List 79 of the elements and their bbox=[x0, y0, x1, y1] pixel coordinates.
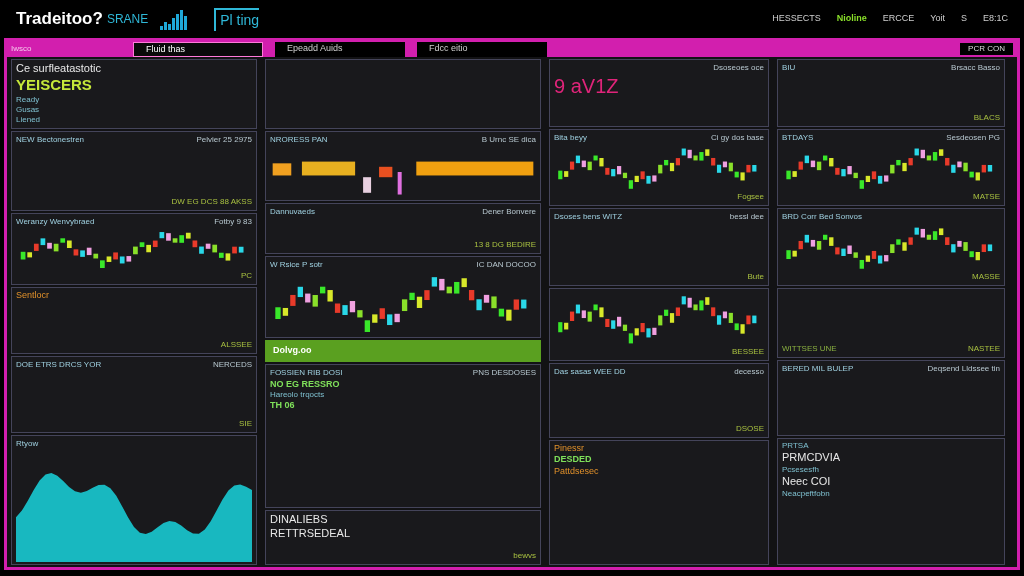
panel-text: Ready bbox=[16, 94, 41, 105]
panel-title: Das sasas WEE DD bbox=[554, 366, 626, 378]
brand-label: Pl ting bbox=[214, 7, 260, 31]
panel-text: Gusas bbox=[16, 104, 41, 115]
panel-title: NRORESS PAN bbox=[270, 134, 328, 146]
panel-text: 9 aV1Z bbox=[554, 74, 620, 99]
tab[interactable]: Epeadd Auids bbox=[275, 41, 405, 57]
panel-info: PNS DESDOSES bbox=[472, 367, 536, 379]
tab-bar-status: PCR CON bbox=[960, 43, 1013, 55]
panel-text: Pcsesesfh bbox=[782, 464, 820, 475]
panel-footer: Fogsee bbox=[737, 191, 764, 203]
status-text: E8:1C bbox=[983, 12, 1008, 26]
panel-title: W Rsice P sotr bbox=[270, 259, 323, 271]
panel-title: Weranzy Wenvybraed bbox=[16, 216, 95, 228]
panel-title: Dannuvaeds bbox=[270, 206, 315, 218]
panel-text: RETTRSEDEAL bbox=[270, 526, 352, 541]
panel-info: Fotby 9 83 bbox=[214, 216, 252, 228]
status-text: ERCCE bbox=[882, 12, 915, 26]
panel-text: Ce surfleatastotic bbox=[16, 62, 102, 76]
panel-info: IC DAN DOCOO bbox=[476, 259, 536, 271]
panel-footer: NASTEE bbox=[968, 343, 1000, 355]
app-logo: Tradeitoo? bbox=[16, 8, 103, 31]
panel-footer: PC bbox=[240, 270, 252, 282]
panel-info: bessl dee bbox=[729, 211, 764, 223]
panel-footer: DSOSE bbox=[736, 423, 764, 435]
panel-text: YEISCERS bbox=[16, 75, 93, 95]
panel-text: Pinessr bbox=[554, 443, 585, 455]
tab-bar-label: Iwsco bbox=[11, 43, 33, 55]
panel-footer: bewvs bbox=[513, 550, 536, 562]
panel-text: PRTSA bbox=[782, 441, 810, 451]
panel-title: FOSSIEN RIB DOSI bbox=[270, 367, 343, 379]
panel-text: Neacpeftfobn bbox=[782, 488, 831, 499]
panel-footer: BESSEE bbox=[732, 346, 764, 358]
panel-info: Sesdeosen PG bbox=[946, 132, 1000, 144]
tab[interactable]: Fluid thas bbox=[133, 41, 263, 57]
panel-text: Sentlocr bbox=[16, 290, 51, 302]
panel-footer: WITTSES UNE bbox=[782, 343, 837, 355]
status-text: S bbox=[960, 12, 967, 26]
panel-title: Bita beyy bbox=[554, 132, 587, 144]
panel-text: Pattdsesec bbox=[554, 465, 600, 477]
panel-info: NERCEDS bbox=[212, 359, 252, 371]
panel-title: BERED MIL BULEP bbox=[782, 363, 854, 375]
panel-info: Deqsend Lldssee tin bbox=[927, 363, 1000, 375]
panel-info: Pelvier 25 2975 bbox=[196, 134, 252, 146]
panel-footer: SIE bbox=[239, 418, 252, 430]
panel-title: BIU bbox=[782, 62, 796, 74]
status-text: Nioline bbox=[836, 12, 867, 26]
panel-text: NO EG RESSRO bbox=[270, 379, 341, 391]
panel-title: Rtyow bbox=[16, 438, 39, 450]
tab[interactable]: Fdcc eitio bbox=[417, 41, 547, 57]
status-text: HESSECTS bbox=[772, 12, 821, 26]
panel-footer: MATSE bbox=[973, 191, 1000, 203]
panel-footer: MASSE bbox=[972, 271, 1000, 283]
panel-info: decesso bbox=[734, 366, 764, 378]
panel-text: DINALIEBS bbox=[270, 513, 329, 527]
panel-text: PRMCDVIA bbox=[782, 451, 842, 465]
banner-text: Dolvg.oo bbox=[273, 344, 312, 358]
panel-title: DOE ETRS DRCS YOR bbox=[16, 359, 102, 371]
panel-footer: DW EG DCS 88 AKSS bbox=[171, 196, 252, 208]
logo-subtitle: SRANE bbox=[106, 11, 149, 28]
panel-info: B Urnc SE dica bbox=[481, 134, 536, 146]
panel-text: Neec COI bbox=[782, 474, 832, 489]
panel-footer: Bute bbox=[747, 271, 764, 283]
panel-title: NEW Bectonestren bbox=[16, 134, 85, 146]
panel-footer: 13 8 DG BEDIRE bbox=[474, 239, 536, 251]
panel-text: DESDED bbox=[554, 454, 593, 466]
panel-info: Dsoseoes oce bbox=[713, 62, 764, 74]
panel-title: Dsoses bens WITZ bbox=[554, 211, 622, 223]
panel-footer: ALSSEE bbox=[220, 339, 252, 351]
panel-info: Dener Bonvere bbox=[482, 206, 536, 218]
panel-text: Hareolo trqocts bbox=[270, 390, 326, 401]
panel-text: Liened bbox=[16, 114, 42, 125]
panel-info: Brsacc Basso bbox=[951, 62, 1000, 74]
panel-title: BTDAYS bbox=[782, 132, 814, 144]
status-text: Yoit bbox=[930, 12, 945, 26]
panel-info: Ci gy dos base bbox=[711, 132, 764, 144]
panel-title: BRD Corr Bed Sonvos bbox=[782, 211, 863, 223]
panel-footer: BLACS bbox=[973, 112, 1000, 124]
panel-text: TH 06 bbox=[270, 400, 296, 412]
